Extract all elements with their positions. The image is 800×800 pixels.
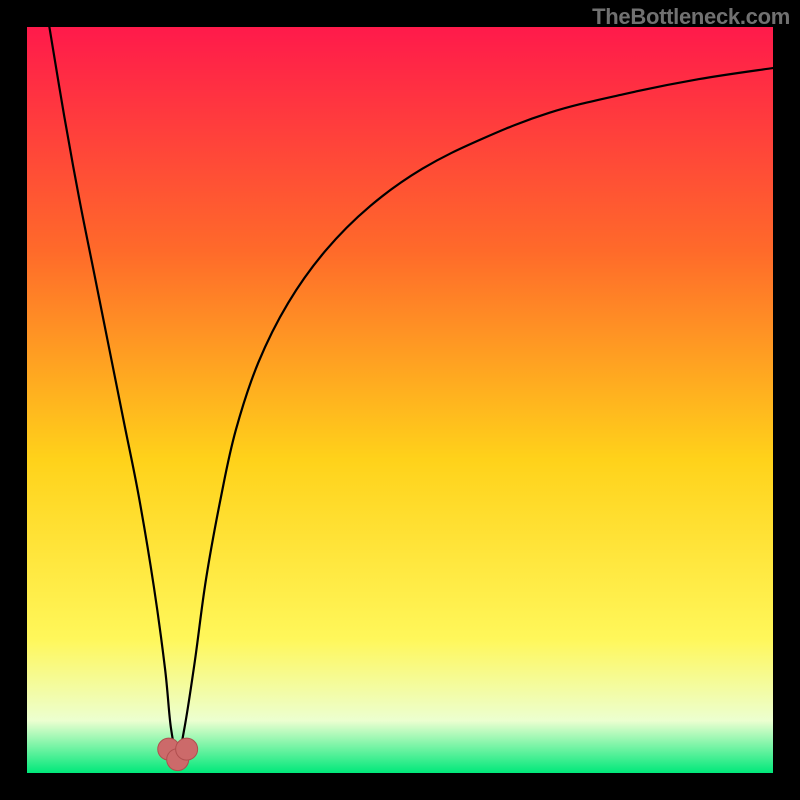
- valley-marker-right: [176, 738, 198, 760]
- gradient-background: [27, 27, 773, 773]
- chart-frame: TheBottleneck.com: [0, 0, 800, 800]
- bottleneck-chart: [27, 27, 773, 773]
